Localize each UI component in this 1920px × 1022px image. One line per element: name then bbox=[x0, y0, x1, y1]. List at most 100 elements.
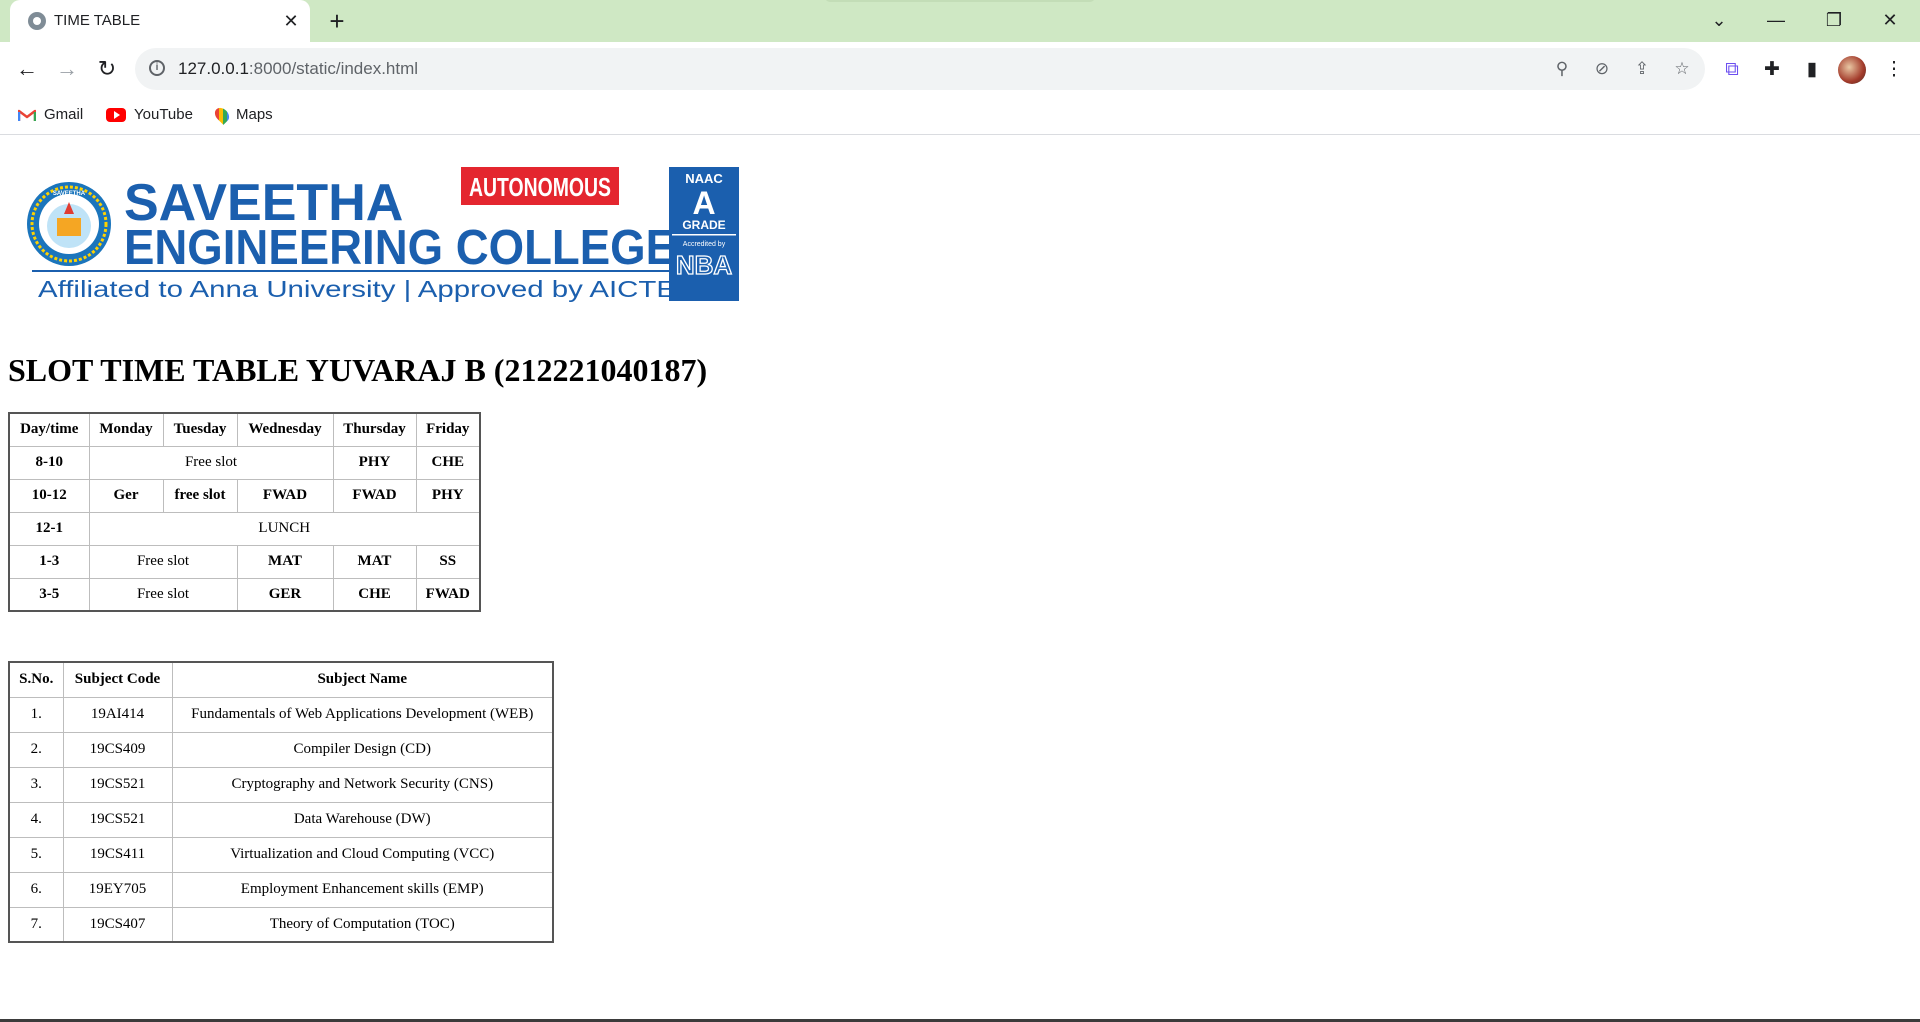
sno-cell: 6. bbox=[8, 871, 64, 908]
active-tab[interactable]: TIME TABLE ✕ bbox=[10, 0, 310, 42]
subject-code-cell: 19CS411 bbox=[62, 836, 173, 873]
slot-cell: Free slot bbox=[88, 577, 238, 612]
col-header-subject-name: Subject Name bbox=[171, 661, 554, 698]
slot-cell: PHY bbox=[415, 478, 481, 513]
time-cell: 10-12 bbox=[8, 478, 90, 513]
slot-cell: free slot bbox=[162, 478, 238, 513]
timetable-row: 3-5 Free slot GER CHE FWAD bbox=[8, 577, 481, 612]
address-bar[interactable]: i 127.0.0.1:8000/static/index.html ⚲ ⊘ ⇪… bbox=[135, 48, 1705, 90]
bookmark-gmail[interactable]: Gmail bbox=[18, 102, 83, 128]
college-seal: SAVEETHA bbox=[27, 182, 111, 266]
maps-pin-icon bbox=[212, 105, 232, 125]
timetable-row: 1-3 Free slot MAT MAT SS bbox=[8, 544, 481, 579]
subject-code-cell: 19EY705 bbox=[62, 871, 173, 908]
col-header-tuesday: Tuesday bbox=[162, 412, 238, 447]
table-row: 5. 19CS411 Virtualization and Cloud Comp… bbox=[8, 836, 554, 873]
slot-cell: CHE bbox=[332, 577, 417, 612]
new-tab-button[interactable]: + bbox=[322, 7, 352, 37]
site-info-icon[interactable]: i bbox=[149, 60, 165, 76]
tab-strip: TIME TABLE ✕ + ⌄ — ❐ ✕ bbox=[0, 0, 1920, 42]
timetable-row: 10-12 Ger free slot FWAD FWAD PHY bbox=[8, 478, 481, 513]
forward-arrow-icon[interactable]: → bbox=[52, 54, 82, 84]
college-tagline: Affiliated to Anna University | Approved… bbox=[38, 276, 676, 302]
subject-name-cell: Compiler Design (CD) bbox=[171, 731, 554, 768]
slot-cell: SS bbox=[415, 544, 481, 579]
timetable-row: 8-10 Free slot PHY CHE bbox=[8, 445, 481, 480]
table-row: 2. 19CS409 Compiler Design (CD) bbox=[8, 731, 554, 768]
minimize-button[interactable]: — bbox=[1752, 4, 1800, 36]
subject-name-cell: Data Warehouse (DW) bbox=[171, 801, 554, 838]
time-cell: 8-10 bbox=[8, 445, 90, 480]
profile-avatar[interactable] bbox=[1838, 56, 1866, 84]
col-header-monday: Monday bbox=[88, 412, 164, 447]
time-cell: 12-1 bbox=[8, 511, 90, 546]
subjects-header-row: S.No. Subject Code Subject Name bbox=[8, 661, 554, 698]
gmail-icon bbox=[18, 109, 36, 121]
tab-search-pill[interactable] bbox=[825, 0, 1095, 2]
slot-cell: Ger bbox=[88, 478, 164, 513]
slot-cell: Free slot bbox=[88, 544, 238, 579]
sno-cell: 3. bbox=[8, 766, 64, 803]
college-name-line2: ENGINEERING COLLEGE bbox=[124, 221, 676, 275]
slot-cell: FWAD bbox=[415, 577, 481, 612]
subject-name-cell: Cryptography and Network Security (CNS) bbox=[171, 766, 554, 803]
subject-name-cell: Employment Enhancement skills (EMP) bbox=[171, 871, 554, 908]
side-panel-icon[interactable]: ▮ bbox=[1798, 56, 1826, 84]
svg-text:SAVEETHA: SAVEETHA bbox=[53, 191, 86, 197]
slot-timetable: Day/time Monday Tuesday Wednesday Thursd… bbox=[8, 412, 481, 612]
bookmark-star-icon[interactable]: ☆ bbox=[1670, 57, 1694, 81]
table-row: 3. 19CS521 Cryptography and Network Secu… bbox=[8, 766, 554, 803]
subject-name-cell: Theory of Computation (TOC) bbox=[171, 906, 554, 943]
page-title: SLOT TIME TABLE YUVARAJ B (212221040187) bbox=[8, 352, 708, 388]
tab-search-chevron-icon[interactable]: ⌄ bbox=[1695, 4, 1743, 36]
time-cell: 1-3 bbox=[8, 544, 90, 579]
col-header-thursday: Thursday bbox=[332, 412, 417, 447]
zoom-icon[interactable]: ⚲ bbox=[1550, 57, 1574, 81]
back-arrow-icon[interactable]: ← bbox=[12, 54, 42, 84]
svg-text:GRADE: GRADE bbox=[682, 218, 725, 232]
restore-button[interactable]: ❐ bbox=[1810, 4, 1858, 36]
share-icon[interactable]: ⇪ bbox=[1630, 57, 1654, 81]
tab-title: TIME TABLE bbox=[54, 12, 141, 29]
slot-cell: FWAD bbox=[332, 478, 417, 513]
extension-copy-icon[interactable]: ⧉ bbox=[1718, 56, 1746, 84]
sno-cell: 2. bbox=[8, 731, 64, 768]
time-cell: 3-5 bbox=[8, 577, 90, 612]
subject-name-cell: Fundamentals of Web Applications Develop… bbox=[171, 696, 554, 733]
slot-cell: CHE bbox=[415, 445, 481, 480]
table-row: 1. 19AI414 Fundamentals of Web Applicati… bbox=[8, 696, 554, 733]
svg-text:AUTONOMOUS: AUTONOMOUS bbox=[469, 172, 611, 202]
close-tab-icon[interactable]: ✕ bbox=[278, 8, 304, 34]
slot-cell: FWAD bbox=[236, 478, 334, 513]
svg-text:NAAC: NAAC bbox=[685, 171, 723, 186]
menu-dots-icon[interactable]: ⋮ bbox=[1880, 56, 1908, 84]
college-logo: SAVEETHA SAVEETHA ENGINEERING COLLEGE Af… bbox=[27, 167, 739, 302]
browser-toolbar: ← → ↻ i 127.0.0.1:8000/static/index.html… bbox=[0, 42, 1920, 96]
bookmark-maps[interactable]: Maps bbox=[212, 102, 273, 128]
url-text[interactable]: 127.0.0.1:8000/static/index.html bbox=[178, 59, 418, 79]
timetable-row: 12-1 LUNCH bbox=[8, 511, 481, 546]
slot-cell: MAT bbox=[236, 544, 334, 579]
table-row: 6. 19EY705 Employment Enhancement skills… bbox=[8, 871, 554, 908]
slot-cell: PHY bbox=[332, 445, 417, 480]
svg-text:NBA: NBA bbox=[676, 250, 733, 280]
subject-code-cell: 19CS409 bbox=[62, 731, 173, 768]
eye-off-icon[interactable]: ⊘ bbox=[1590, 57, 1614, 81]
subjects-table: S.No. Subject Code Subject Name 1. 19AI4… bbox=[8, 661, 554, 943]
puzzle-extensions-icon[interactable]: ✚ bbox=[1758, 56, 1786, 84]
subject-code-cell: 19AI414 bbox=[62, 696, 173, 733]
close-window-button[interactable]: ✕ bbox=[1866, 4, 1914, 36]
timetable-header-row: Day/time Monday Tuesday Wednesday Thursd… bbox=[8, 412, 481, 447]
svg-text:Accredited by: Accredited by bbox=[683, 241, 726, 248]
table-row: 7. 19CS407 Theory of Computation (TOC) bbox=[8, 906, 554, 943]
slot-cell: MAT bbox=[332, 544, 417, 579]
lunch-cell: LUNCH bbox=[88, 511, 481, 546]
col-header-daytime: Day/time bbox=[8, 412, 90, 447]
reload-icon[interactable]: ↻ bbox=[92, 54, 122, 84]
youtube-icon bbox=[106, 108, 126, 123]
sno-cell: 1. bbox=[8, 696, 64, 733]
subject-code-cell: 19CS521 bbox=[62, 801, 173, 838]
bookmark-youtube[interactable]: YouTube bbox=[106, 102, 193, 128]
subject-code-cell: 19CS407 bbox=[62, 906, 173, 943]
bookmarks-bar: Gmail YouTube Maps bbox=[0, 96, 1920, 135]
